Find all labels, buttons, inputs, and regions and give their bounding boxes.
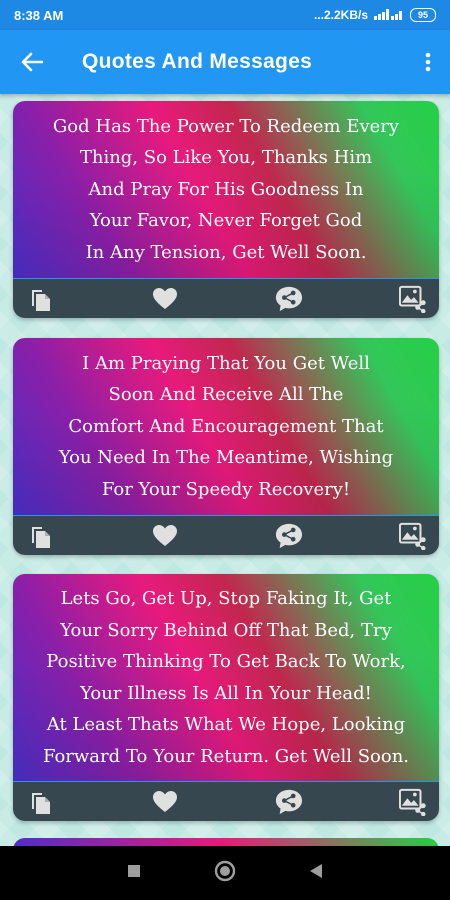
image-share-icon — [399, 522, 426, 550]
app-bar: Quotes And Messages — [0, 30, 450, 94]
heart-icon — [153, 287, 177, 309]
signal-icon — [374, 8, 404, 23]
share-image-button[interactable] — [399, 285, 427, 313]
share-button[interactable] — [275, 522, 303, 550]
share-image-button[interactable] — [399, 788, 427, 816]
copy-icon — [32, 526, 50, 548]
like-button[interactable] — [151, 788, 179, 816]
heart-icon — [153, 790, 177, 812]
quote-text: Lets Go, Get Up, Stop Faking It, Get You… — [42, 588, 410, 767]
copy-button[interactable] — [27, 788, 55, 816]
battery-indicator: 95 — [410, 8, 436, 22]
status-time: 8:38 AM — [14, 7, 64, 23]
quote-text: God Has The Power To Redeem Every Thing,… — [52, 115, 400, 263]
quote-card-body: God Has The Power To Redeem Every Thing,… — [13, 101, 439, 278]
quote-card-body: Lets Go, Get Up, Stop Faking It, Get You… — [13, 574, 439, 781]
share-button[interactable] — [275, 285, 303, 313]
nav-back-button[interactable] — [309, 863, 323, 884]
system-nav-bar — [0, 846, 450, 900]
share-icon — [275, 523, 303, 548]
arrow-back-icon — [21, 52, 43, 72]
home-circle-icon — [214, 860, 236, 881]
copy-icon — [32, 289, 50, 311]
share-icon — [275, 789, 303, 814]
status-indicators: ...2.2KB/s 95 — [314, 8, 436, 23]
like-button[interactable] — [151, 285, 179, 313]
copy-icon — [32, 792, 50, 814]
status-bar: 8:38 AM ...2.2KB/s 95 — [0, 0, 450, 30]
card-action-bar — [13, 278, 439, 318]
share-button[interactable] — [275, 788, 303, 816]
copy-button[interactable] — [27, 285, 55, 313]
share-icon — [275, 286, 303, 311]
quote-card: I Am Praying That You Get Well Soon And … — [13, 338, 439, 555]
card-action-bar — [13, 515, 439, 555]
home-button[interactable] — [214, 860, 236, 887]
quote-card: God Has The Power To Redeem Every Thing,… — [13, 101, 439, 318]
heart-icon — [153, 524, 177, 546]
back-button[interactable] — [0, 30, 64, 94]
copy-button[interactable] — [27, 522, 55, 550]
share-image-button[interactable] — [399, 522, 427, 550]
more-options-button[interactable] — [406, 30, 450, 94]
quote-card-body: I Am Praying That You Get Well Soon And … — [13, 338, 439, 515]
recents-square-icon — [127, 864, 140, 877]
back-triangle-icon — [310, 863, 323, 878]
more-vertical-icon — [425, 52, 431, 72]
image-share-icon — [399, 788, 426, 816]
quote-card: Lets Go, Get Up, Stop Faking It, Get You… — [13, 574, 439, 821]
recents-button[interactable] — [127, 864, 141, 883]
page-title: Quotes And Messages — [82, 50, 313, 73]
image-share-icon — [399, 285, 426, 313]
like-button[interactable] — [151, 522, 179, 550]
quote-text: I Am Praying That You Get Well Soon And … — [58, 352, 394, 500]
network-speed: ...2.2KB/s — [313, 8, 368, 22]
card-action-bar — [13, 781, 439, 821]
